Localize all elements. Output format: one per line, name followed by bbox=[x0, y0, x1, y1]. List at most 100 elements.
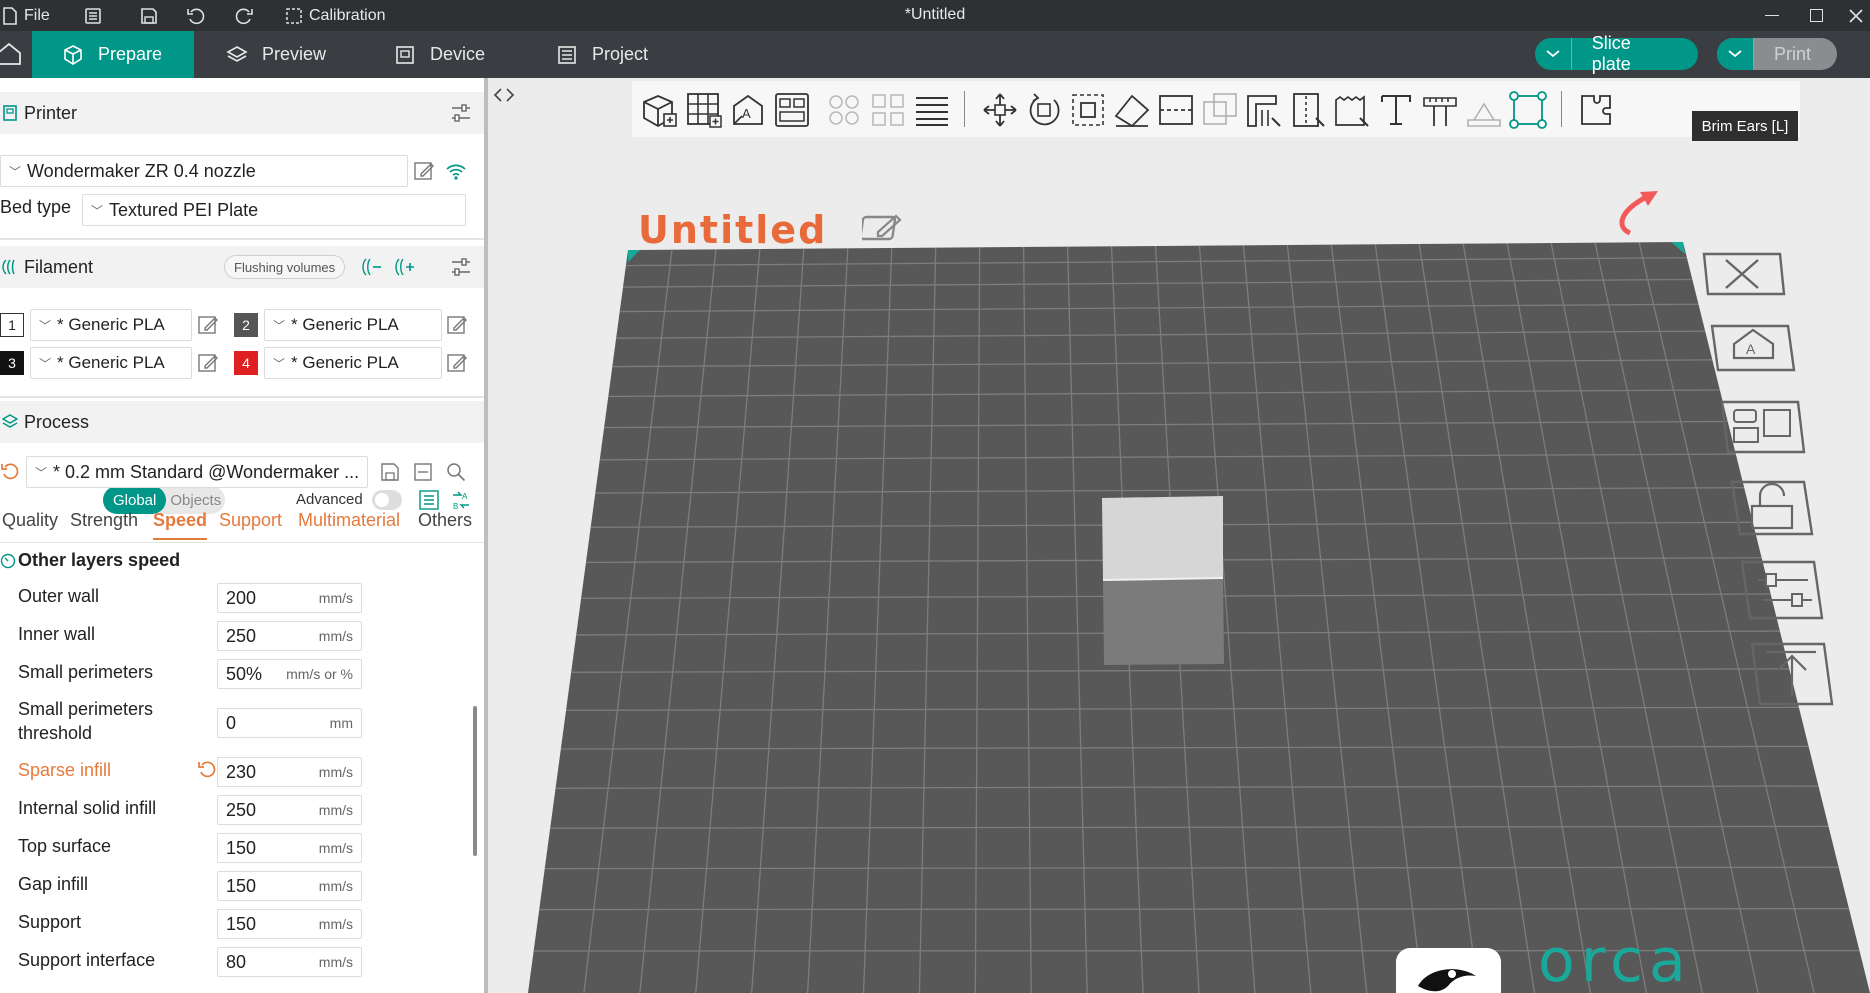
menu-button[interactable] bbox=[84, 0, 102, 31]
filament-slot-3-number[interactable]: 3 bbox=[0, 351, 24, 375]
add-plate-button[interactable] bbox=[684, 90, 724, 130]
flushing-volumes-button[interactable]: Flushing volumes bbox=[224, 255, 346, 279]
add-filament-icon[interactable] bbox=[393, 256, 415, 278]
lay-on-face-button[interactable] bbox=[1112, 90, 1152, 130]
layers-editing-button[interactable] bbox=[912, 90, 952, 130]
filament-slot-4-select[interactable]: ﹀ * Generic PLA bbox=[264, 347, 442, 379]
edit-plate-name-icon[interactable] bbox=[862, 212, 906, 242]
slice-plate-button[interactable]: Slice plate bbox=[1535, 33, 1698, 74]
home-button[interactable] bbox=[0, 41, 22, 70]
edit-filament-icon[interactable] bbox=[446, 314, 468, 336]
fuzzy-skin-button[interactable] bbox=[1332, 90, 1372, 130]
mesh-boolean-button[interactable] bbox=[1200, 90, 1240, 130]
undo-button[interactable] bbox=[186, 0, 206, 31]
cube-front-face[interactable] bbox=[1103, 578, 1224, 665]
print-dropdown-toggle[interactable] bbox=[1717, 38, 1754, 70]
settings-sliders-icon[interactable] bbox=[450, 256, 472, 278]
internal-solid-infill-input[interactable]: 250 mm/s bbox=[217, 795, 362, 825]
subtab-others[interactable]: Others bbox=[418, 510, 472, 531]
plate-name[interactable]: Untitled bbox=[638, 208, 827, 252]
wifi-icon[interactable] bbox=[445, 160, 467, 182]
printer-select[interactable]: ﹀ Wondermaker ZR 0.4 nozzle bbox=[0, 155, 408, 187]
print-button[interactable]: Print bbox=[1717, 38, 1837, 70]
filament-slot-2-number[interactable]: 2 bbox=[234, 313, 258, 337]
collapse-preset-icon[interactable] bbox=[413, 462, 433, 482]
reset-value-icon[interactable] bbox=[197, 759, 217, 779]
seam-painting-button[interactable] bbox=[1288, 90, 1328, 130]
tab-preview[interactable]: Preview bbox=[208, 31, 344, 78]
maximize-button[interactable] bbox=[1810, 0, 1823, 31]
search-icon[interactable] bbox=[446, 462, 466, 482]
support-painting-button[interactable] bbox=[1244, 90, 1284, 130]
orient-view-button[interactable]: A bbox=[1708, 318, 1798, 378]
support-input[interactable]: 150 mm/s bbox=[217, 909, 362, 939]
layer-settings-button[interactable] bbox=[1738, 556, 1828, 624]
list-view-icon[interactable] bbox=[418, 489, 440, 511]
add-object-button[interactable] bbox=[640, 90, 680, 130]
redo-button[interactable] bbox=[234, 0, 254, 31]
subtab-multimaterial[interactable]: Multimaterial bbox=[298, 510, 400, 531]
compare-presets-icon[interactable]: AB bbox=[450, 489, 472, 511]
advanced-toggle[interactable] bbox=[372, 490, 402, 510]
edit-filament-icon[interactable] bbox=[197, 352, 219, 374]
process-preset-select[interactable]: ﹀ * 0.2 mm Standard @Wondermaker ... bbox=[26, 456, 368, 488]
top-surface-input[interactable]: 150 mm/s bbox=[217, 833, 362, 863]
subtab-support[interactable]: Support bbox=[219, 510, 282, 531]
rotate-tool-button[interactable] bbox=[1024, 90, 1064, 130]
settings-scrollbar[interactable] bbox=[473, 706, 477, 856]
bed-type-select[interactable]: ﹀ Textured PEI Plate bbox=[82, 194, 466, 226]
brim-ears-button[interactable] bbox=[1508, 90, 1548, 130]
split-parts-button[interactable] bbox=[868, 90, 908, 130]
close-window-button[interactable] bbox=[1848, 0, 1864, 31]
support-interface-input[interactable]: 80 mm/s bbox=[217, 947, 362, 977]
text-tool-button[interactable] bbox=[1376, 90, 1416, 130]
tab-prepare[interactable]: Prepare bbox=[32, 31, 194, 78]
move-tool-button[interactable] bbox=[980, 90, 1020, 130]
outer-wall-input[interactable]: 200 mm/s bbox=[217, 583, 362, 613]
save-preset-icon[interactable] bbox=[380, 462, 400, 482]
edit-filament-icon[interactable] bbox=[446, 352, 468, 374]
undo-icon bbox=[187, 8, 205, 24]
subtab-quality[interactable]: Quality bbox=[2, 510, 58, 531]
settings-sliders-icon[interactable] bbox=[450, 102, 472, 124]
subtab-strength[interactable]: Strength bbox=[70, 510, 138, 531]
minimize-button[interactable] bbox=[1765, 0, 1779, 31]
filament-slot-2-select[interactable]: ﹀ * Generic PLA bbox=[264, 309, 442, 341]
3d-viewport[interactable]: Untitled A Brim Ears [L] A orca bbox=[488, 78, 1870, 993]
plugins-button[interactable] bbox=[1576, 90, 1616, 130]
measure-tool-button[interactable] bbox=[1420, 90, 1460, 130]
delete-all-button[interactable] bbox=[1698, 246, 1788, 302]
slice-dropdown-toggle[interactable] bbox=[1535, 38, 1572, 70]
lock-view-button[interactable] bbox=[1728, 476, 1818, 540]
split-objects-button[interactable] bbox=[824, 90, 864, 130]
edit-filament-icon[interactable] bbox=[197, 314, 219, 336]
filament-slot-1-number[interactable]: 1 bbox=[0, 313, 24, 337]
top-view-button[interactable] bbox=[1748, 638, 1838, 710]
cut-tool-button[interactable] bbox=[1156, 90, 1196, 130]
reset-preset-icon[interactable] bbox=[0, 461, 20, 481]
filament-slot-3-select[interactable]: ﹀ * Generic PLA bbox=[30, 347, 192, 379]
objects-option[interactable]: Objects bbox=[166, 492, 221, 509]
filament-slot-1-select[interactable]: ﹀ * Generic PLA bbox=[30, 309, 192, 341]
arrange-button[interactable] bbox=[772, 90, 812, 130]
remove-filament-icon[interactable] bbox=[360, 256, 382, 278]
scale-tool-button[interactable] bbox=[1068, 90, 1108, 130]
edit-printer-icon[interactable] bbox=[413, 160, 435, 182]
sparse-infill-input[interactable]: 230 mm/s bbox=[217, 757, 362, 787]
arrange-view-button[interactable] bbox=[1718, 396, 1808, 460]
tab-project[interactable]: Project bbox=[538, 31, 666, 78]
auto-orient-button[interactable]: A bbox=[728, 90, 768, 130]
gap-infill-input[interactable]: 150 mm/s bbox=[217, 871, 362, 901]
subtab-speed[interactable]: Speed bbox=[153, 510, 208, 540]
small-perimeters-input[interactable]: 50% mm/s or % bbox=[217, 659, 362, 689]
small-perimeters-threshold-input[interactable]: 0 mm bbox=[217, 708, 362, 738]
filament-slot-4-number[interactable]: 4 bbox=[234, 351, 258, 375]
save-button[interactable] bbox=[140, 0, 158, 31]
cube-top-face[interactable] bbox=[1102, 496, 1223, 580]
tab-device[interactable]: Device bbox=[376, 31, 503, 78]
calibration-menu[interactable]: Calibration bbox=[285, 0, 385, 31]
assembly-button[interactable] bbox=[1464, 90, 1504, 130]
file-icon bbox=[3, 6, 17, 25]
inner-wall-input[interactable]: 250 mm/s bbox=[217, 621, 362, 651]
file-menu[interactable]: File bbox=[2, 0, 50, 31]
